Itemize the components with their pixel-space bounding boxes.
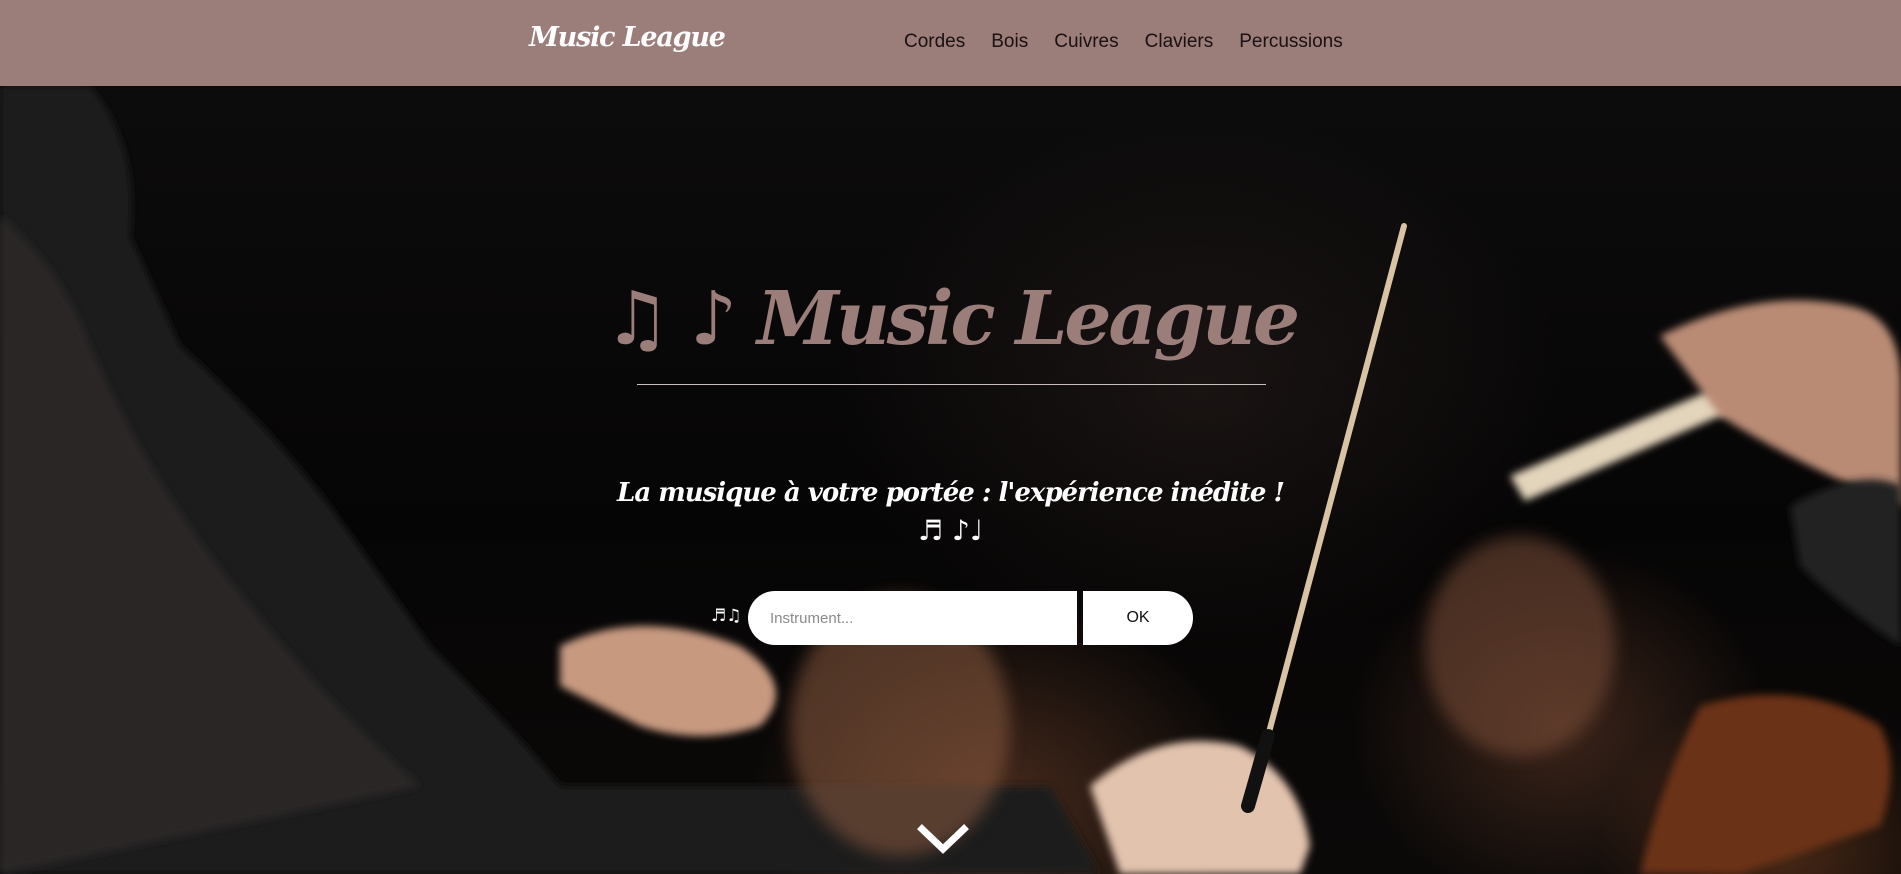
nav-link-percussions[interactable]: Percussions	[1239, 31, 1343, 53]
navbar: Music League Cordes Bois Cuivres Clavier…	[0, 0, 1901, 86]
nav-link-bois[interactable]: Bois	[991, 31, 1028, 53]
hero-section: ♫ ♪ Music League La musique à votre port…	[0, 86, 1901, 874]
nav-link-cuivres[interactable]: Cuivres	[1054, 31, 1118, 53]
nav-links: Cordes Bois Cuivres Claviers Percussions	[904, 31, 1343, 53]
brand-logo-link[interactable]: Music League	[529, 22, 726, 53]
page: Music League Cordes Bois Cuivres Clavier…	[0, 0, 1901, 874]
instrument-search-input[interactable]	[748, 591, 1077, 645]
hero-divider	[637, 384, 1266, 385]
search-ok-button[interactable]: OK	[1083, 591, 1193, 645]
hero-music-notes: ♬ ♪♩	[917, 514, 984, 547]
chevron-down-icon[interactable]	[917, 822, 969, 856]
nav-link-claviers[interactable]: Claviers	[1145, 31, 1214, 53]
hero-tagline: La musique à votre portée : l'expérience…	[617, 478, 1285, 508]
nav-link-cordes[interactable]: Cordes	[904, 31, 965, 53]
search-music-notes: ♬♫	[711, 606, 742, 626]
hero-title: ♫ ♪ Music League	[603, 276, 1300, 362]
